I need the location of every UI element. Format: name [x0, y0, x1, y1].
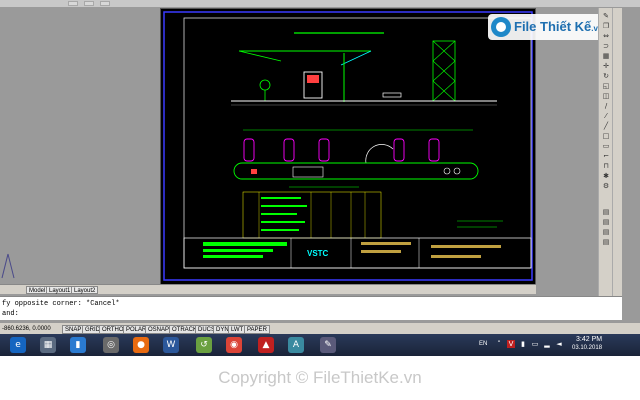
calculator-icon[interactable]: ▦: [40, 337, 56, 353]
word-icon[interactable]: W: [163, 337, 179, 353]
array-icon[interactable]: ▦: [601, 52, 611, 60]
tree-symbol: [259, 79, 271, 91]
properties-icon[interactable]: ⚙: [601, 182, 611, 190]
command-history-line: fy opposite corner: *Cancel*: [2, 300, 120, 308]
contacts-icon[interactable]: ▮: [70, 337, 86, 353]
chevron-up-icon[interactable]: ˄: [495, 340, 503, 348]
break-icon[interactable]: ╱: [601, 122, 611, 130]
pump-island: [428, 138, 440, 162]
door-arc: [365, 144, 394, 164]
station-plan: [233, 162, 479, 180]
vehicle: [382, 92, 402, 98]
drawing-frame: [163, 11, 533, 281]
join-icon[interactable]: ▭: [601, 142, 611, 150]
network-icon[interactable]: ▮: [519, 340, 527, 348]
clock-date[interactable]: 03.10.2018: [572, 345, 602, 351]
trim-icon[interactable]: /: [601, 102, 611, 110]
toggle-snap[interactable]: SNAP: [62, 325, 85, 334]
logo-icon: [491, 17, 511, 37]
pump-island: [283, 138, 295, 162]
scale-icon[interactable]: ◱: [601, 82, 611, 90]
company-logo-text: VSTC: [307, 249, 329, 258]
media-icon[interactable]: ▲: [258, 337, 274, 353]
toolbar-slot[interactable]: [84, 1, 94, 6]
copyright-watermark: Copyright © FileThietKe.vn: [218, 368, 422, 387]
fillet-icon[interactable]: ⊓: [601, 162, 611, 170]
paint-icon[interactable]: ✎: [320, 337, 336, 353]
chrome-icon[interactable]: ◉: [226, 337, 242, 353]
stretch-icon[interactable]: ◫: [601, 92, 611, 100]
signal-icon[interactable]: ▂: [543, 340, 551, 348]
toolbar-slot[interactable]: [100, 1, 110, 6]
autocad-icon[interactable]: A: [288, 337, 304, 353]
toggle-paper[interactable]: PAPER: [244, 325, 270, 334]
ie-icon[interactable]: e: [10, 337, 26, 353]
cad-window: VSTC File Thiết Kế.vn ✎ ❐ ⇔ ⊃ ▦ ✛ ↻ ◱ ◫ …: [0, 0, 640, 356]
pump-island: [393, 138, 405, 162]
filethietke-logo: File Thiết Kế.vn: [488, 14, 610, 40]
top-toolbar-strip: [0, 0, 640, 7]
windows-taskbar: e ▦ ▮ ◎ ● W ↺ ◉ ▲ A ✎ EN ˄ V ▮ ▭ ▂ ◄ 3:4…: [0, 334, 640, 356]
tab-model[interactable]: Model: [26, 286, 49, 294]
command-prompt[interactable]: and:: [2, 310, 19, 319]
title-border: [183, 17, 532, 269]
erase-icon[interactable]: ✎: [601, 12, 611, 20]
battery-icon[interactable]: ▭: [531, 340, 539, 348]
antivirus-icon[interactable]: V: [507, 340, 515, 348]
logo-text: File Thiết Kế.vn: [514, 19, 603, 34]
app-icon[interactable]: ↺: [196, 337, 212, 353]
chamfer-icon[interactable]: ⌐: [601, 152, 611, 160]
explode-icon[interactable]: ✱: [601, 172, 611, 180]
layer-icon[interactable]: ▤: [601, 238, 611, 246]
status-bar: -860.6236, 0.0000 SNAP GRID ORTHO POLAR …: [0, 322, 640, 334]
rotate-icon[interactable]: ↻: [601, 72, 611, 80]
copy-icon[interactable]: ❐: [601, 22, 611, 30]
clock-time[interactable]: 3:42 PM: [576, 336, 602, 343]
layout-tabs: Model Layout1 Layout2: [0, 284, 536, 294]
drawing-canvas[interactable]: VSTC: [161, 9, 537, 287]
layer-icon[interactable]: ▤: [601, 228, 611, 236]
layer-icon[interactable]: ▤: [601, 208, 611, 216]
firefox-icon[interactable]: ●: [133, 337, 149, 353]
drawing-fragment: [1, 253, 15, 279]
language-indicator[interactable]: EN: [479, 341, 487, 347]
settings-icon[interactable]: ◎: [103, 337, 119, 353]
move-icon[interactable]: ✛: [601, 62, 611, 70]
tab-layout2[interactable]: Layout2: [71, 286, 99, 294]
pump-island: [318, 138, 330, 162]
vertical-scrollbar[interactable]: [612, 8, 622, 298]
command-line[interactable]: fy opposite corner: *Cancel* and:: [0, 296, 622, 320]
mirror-icon[interactable]: ⇔: [601, 32, 611, 40]
modify-toolbar: ✎ ❐ ⇔ ⊃ ▦ ✛ ↻ ◱ ◫ / ⁄ ╱ □ ▭ ⌐ ⊓ ✱ ⚙ ▤ ▤ …: [598, 8, 612, 298]
extend-icon[interactable]: ⁄: [601, 112, 611, 120]
layer-icon[interactable]: ▤: [601, 218, 611, 226]
toolbar-slot[interactable]: [68, 1, 78, 6]
offset-icon[interactable]: ⊃: [601, 42, 611, 50]
drawing-paper[interactable]: VSTC: [160, 8, 536, 286]
toggle-osnap[interactable]: OSNAP: [145, 325, 173, 334]
pump-island: [243, 138, 255, 162]
cursor-coordinates: -860.6236, 0.0000: [2, 326, 51, 332]
volume-icon[interactable]: ◄: [555, 340, 563, 348]
rectangle-icon[interactable]: □: [601, 132, 611, 140]
tab-layout1[interactable]: Layout1: [46, 286, 74, 294]
